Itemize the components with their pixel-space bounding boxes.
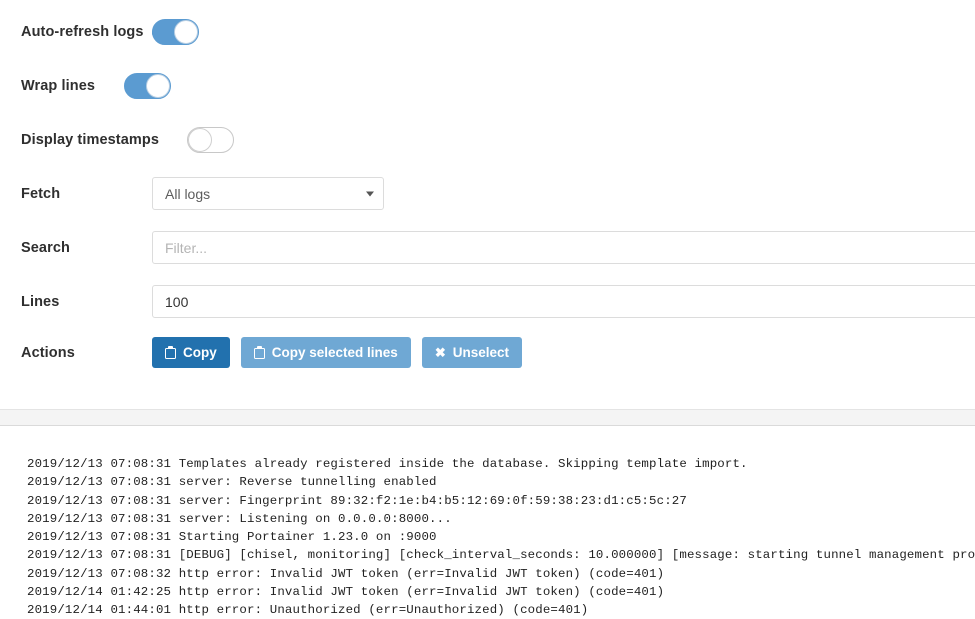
display-timestamps-toggle-knob [188, 128, 212, 152]
fetch-label-text: Fetch [21, 185, 61, 202]
clipboard-icon [165, 346, 176, 359]
search-input[interactable] [152, 231, 975, 264]
copy-selected-lines-button[interactable]: Copy selected lines [240, 337, 411, 368]
auto-refresh-toggle[interactable] [152, 19, 199, 45]
form-row-display-timestamps: Display timestamps [0, 127, 975, 153]
form-row-wrap-lines: Wrap lines [0, 73, 975, 99]
unselect-button-label: Unselect [452, 345, 509, 360]
fetch-select-wrap: All logs [152, 177, 384, 210]
display-timestamps-label-text: Display timestamps [21, 132, 159, 148]
actions-button-group: Copy Copy selected lines ✖ Unselect [152, 337, 522, 368]
auto-refresh-label-text: Auto-refresh logs [21, 24, 144, 40]
form-row-auto-refresh: Auto-refresh logs ? [0, 19, 975, 45]
clipboard-icon [253, 346, 265, 359]
display-timestamps-label: Display timestamps [0, 132, 159, 148]
actions-label: Actions [0, 345, 152, 361]
log-line[interactable]: 2019/12/14 01:42:25 http error: Invalid … [27, 583, 975, 601]
log-line[interactable]: 2019/12/14 01:44:01 http error: Unauthor… [27, 601, 975, 619]
lines-input[interactable] [152, 285, 975, 318]
auto-refresh-label: Auto-refresh logs ? [0, 24, 167, 40]
log-line[interactable]: 2019/12/13 07:08:31 server: Listening on… [27, 510, 975, 528]
display-timestamps-toggle[interactable] [187, 127, 234, 153]
copy-button-label: Copy [183, 345, 217, 360]
form-row-actions: Actions Copy Copy selected lines ✖ Unsel… [0, 337, 975, 368]
form-row-lines: Lines [0, 285, 975, 318]
search-label-text: Search [21, 239, 70, 256]
log-line[interactable]: 2019/12/13 07:08:31 [DEBUG] [chisel, mon… [27, 546, 975, 564]
fetch-select[interactable]: All logs [152, 177, 384, 210]
log-line[interactable]: 2019/12/13 07:08:32 http error: Invalid … [27, 565, 975, 583]
log-line[interactable]: 2019/12/13 07:08:31 Templates already re… [27, 455, 975, 473]
copy-selected-lines-button-label: Copy selected lines [271, 345, 398, 360]
close-x-icon: ✖ [434, 345, 446, 360]
auto-refresh-toggle-knob [174, 20, 198, 44]
actions-label-text: Actions [21, 344, 75, 361]
log-line[interactable]: 2019/12/13 07:08:31 server: Reverse tunn… [27, 473, 975, 491]
fetch-label: Fetch [0, 186, 152, 202]
form-row-fetch: Fetch All logs [0, 177, 975, 210]
log-lines-container: 2019/12/13 07:08:31 Templates already re… [27, 455, 975, 619]
wrap-lines-toggle-knob [146, 74, 170, 98]
log-line[interactable]: 2019/12/13 07:08:31 Starting Portainer 1… [27, 528, 975, 546]
lines-label-text: Lines [21, 293, 60, 310]
wrap-lines-label-text: Wrap lines [21, 78, 96, 94]
lines-label: Lines [0, 294, 152, 310]
copy-button[interactable]: Copy [152, 337, 230, 368]
unselect-button[interactable]: ✖ Unselect [421, 337, 522, 368]
log-settings-panel: Auto-refresh logs ? Wrap lines Display t… [0, 0, 975, 409]
panel-separator [0, 409, 975, 426]
form-row-search: Search [0, 231, 975, 264]
search-label: Search [0, 240, 152, 256]
wrap-lines-toggle[interactable] [124, 73, 171, 99]
log-line[interactable]: 2019/12/13 07:08:31 server: Fingerprint … [27, 492, 975, 510]
log-output-area[interactable]: 2019/12/13 07:08:31 Templates already re… [0, 427, 975, 619]
